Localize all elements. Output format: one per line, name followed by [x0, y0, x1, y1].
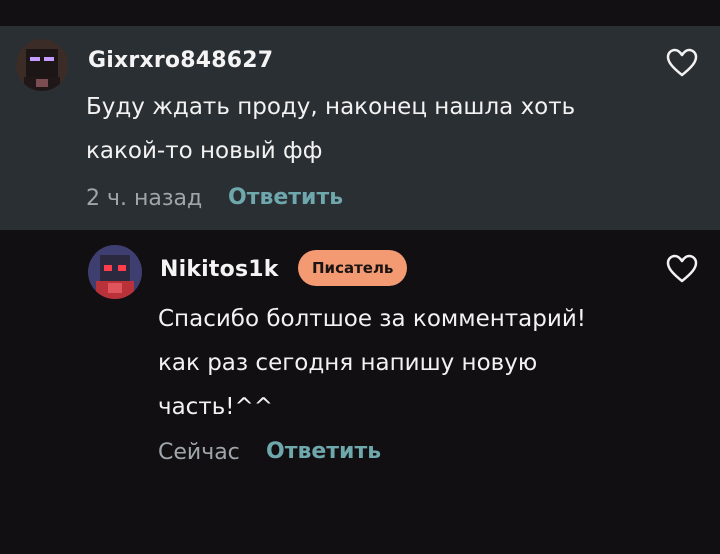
reply-text-line-3: часть!^^: [158, 394, 274, 420]
reply-author[interactable]: Nikitos1k: [160, 257, 279, 282]
comment-item: Gixrxro848627 Буду ждать проду, наконец …: [0, 26, 720, 230]
reply-text-line-1: Спасибо болтшое за комментарий!: [158, 306, 586, 332]
reply-text-line-2: как раз сегодня напишу новую: [158, 350, 538, 376]
avatar[interactable]: [88, 245, 142, 299]
comment-text-line-1: Буду ждать проду, наконец нашла хоть: [86, 94, 576, 120]
reply-reply-button[interactable]: Ответить: [266, 439, 381, 464]
author-badge: Писатель: [298, 250, 408, 286]
like-heart-icon[interactable]: [666, 254, 698, 284]
like-heart-icon[interactable]: [666, 48, 698, 78]
comment-author[interactable]: Gixrxro848627: [88, 48, 273, 73]
reply-item: Nikitos1k Писатель Спасибо болтшое за ко…: [0, 230, 720, 554]
avatar[interactable]: [16, 39, 68, 91]
comment-text-line-2: какой-то новый фф: [86, 138, 323, 164]
top-strip: [0, 0, 720, 26]
comment-timestamp: 2 ч. назад: [86, 186, 203, 211]
reply-timestamp: Сейчас: [158, 440, 240, 465]
comment-reply-button[interactable]: Ответить: [228, 185, 343, 210]
